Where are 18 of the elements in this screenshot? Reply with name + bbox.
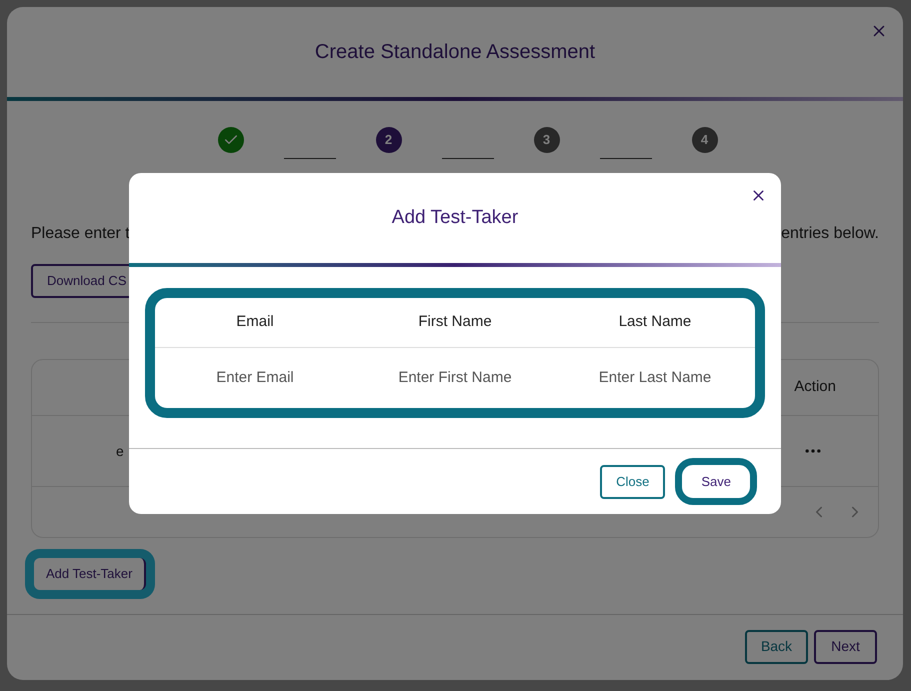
- column-header: Action: [794, 377, 836, 398]
- instruction-text: entries below.: [781, 224, 879, 244]
- step-connector: [442, 158, 494, 159]
- input-field[interactable]: Enter First Name: [365, 366, 545, 390]
- column-header: Last Name: [618, 312, 692, 332]
- table-cell-text: e: [116, 442, 124, 460]
- close-modal-button[interactable]: Close: [600, 464, 666, 498]
- dialog-title: Create Standalone Assessment: [314, 40, 596, 65]
- save-button[interactable]: Save: [675, 458, 757, 505]
- input-field[interactable]: Enter Email: [165, 366, 345, 390]
- next-button[interactable]: Next: [814, 630, 877, 664]
- column-header: First Name: [418, 312, 492, 332]
- input-field[interactable]: Enter Last Name: [565, 366, 745, 390]
- back-button[interactable]: Back: [745, 630, 808, 664]
- step-connector: [284, 158, 336, 159]
- step-connector: [600, 158, 652, 159]
- modal-title: Add Test-Taker: [392, 206, 518, 230]
- column-header: Email: [236, 312, 274, 332]
